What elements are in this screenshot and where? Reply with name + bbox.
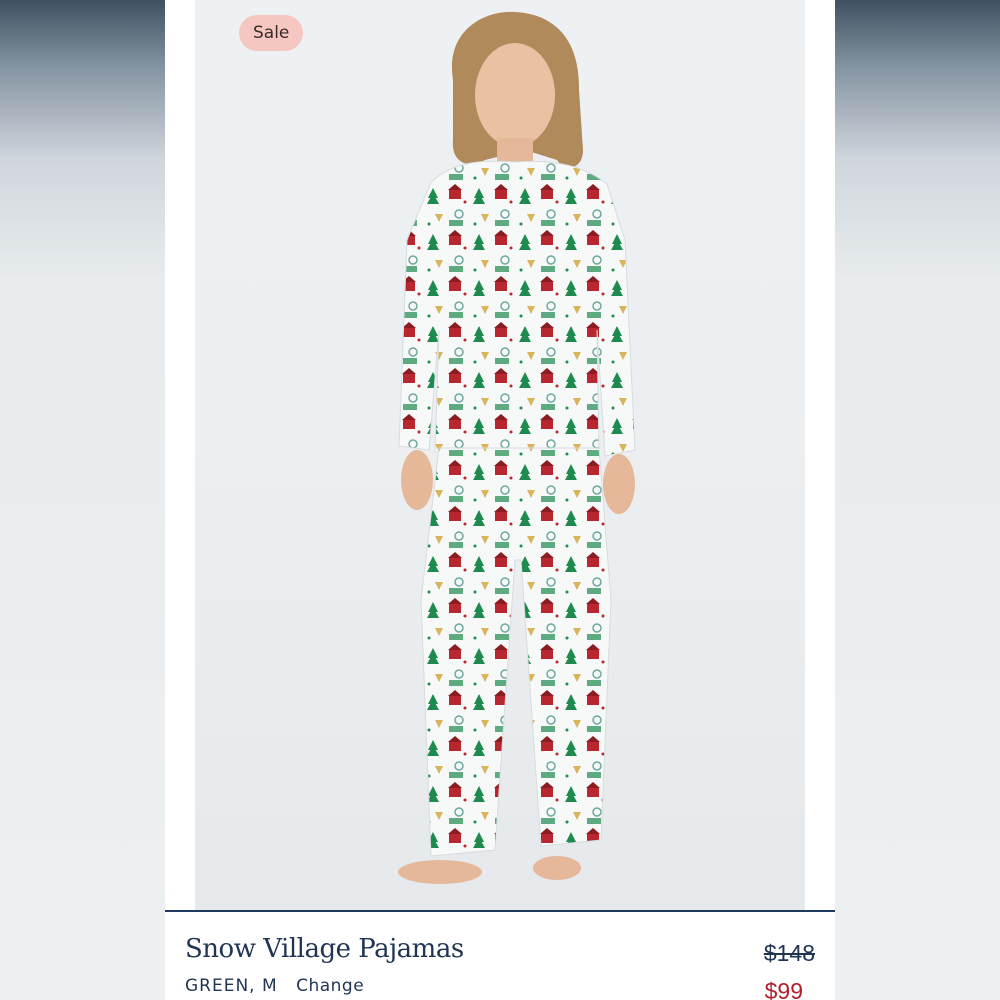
product-info: Snow Village Pajamas GREEN, M Change $14… (165, 912, 835, 1000)
blurred-background-left (0, 0, 165, 1000)
sale-price: $99 (764, 978, 803, 1000)
product-photo[interactable]: Sale (195, 0, 805, 910)
pajama-model-illustration (398, 11, 636, 884)
product-card[interactable]: Sale Snow Village Pajamas GREEN, M Chang… (165, 0, 835, 1000)
variant-color: GREEN, (185, 976, 256, 996)
original-price: $148 (763, 940, 815, 966)
change-variant-link[interactable]: Change (296, 976, 364, 996)
blurred-background-right (835, 0, 1000, 1000)
product-title[interactable]: Snow Village Pajamas (185, 934, 464, 964)
sale-badge: Sale (239, 15, 304, 51)
variant-size: M (262, 976, 278, 996)
variant-line: GREEN, M Change (185, 976, 364, 996)
